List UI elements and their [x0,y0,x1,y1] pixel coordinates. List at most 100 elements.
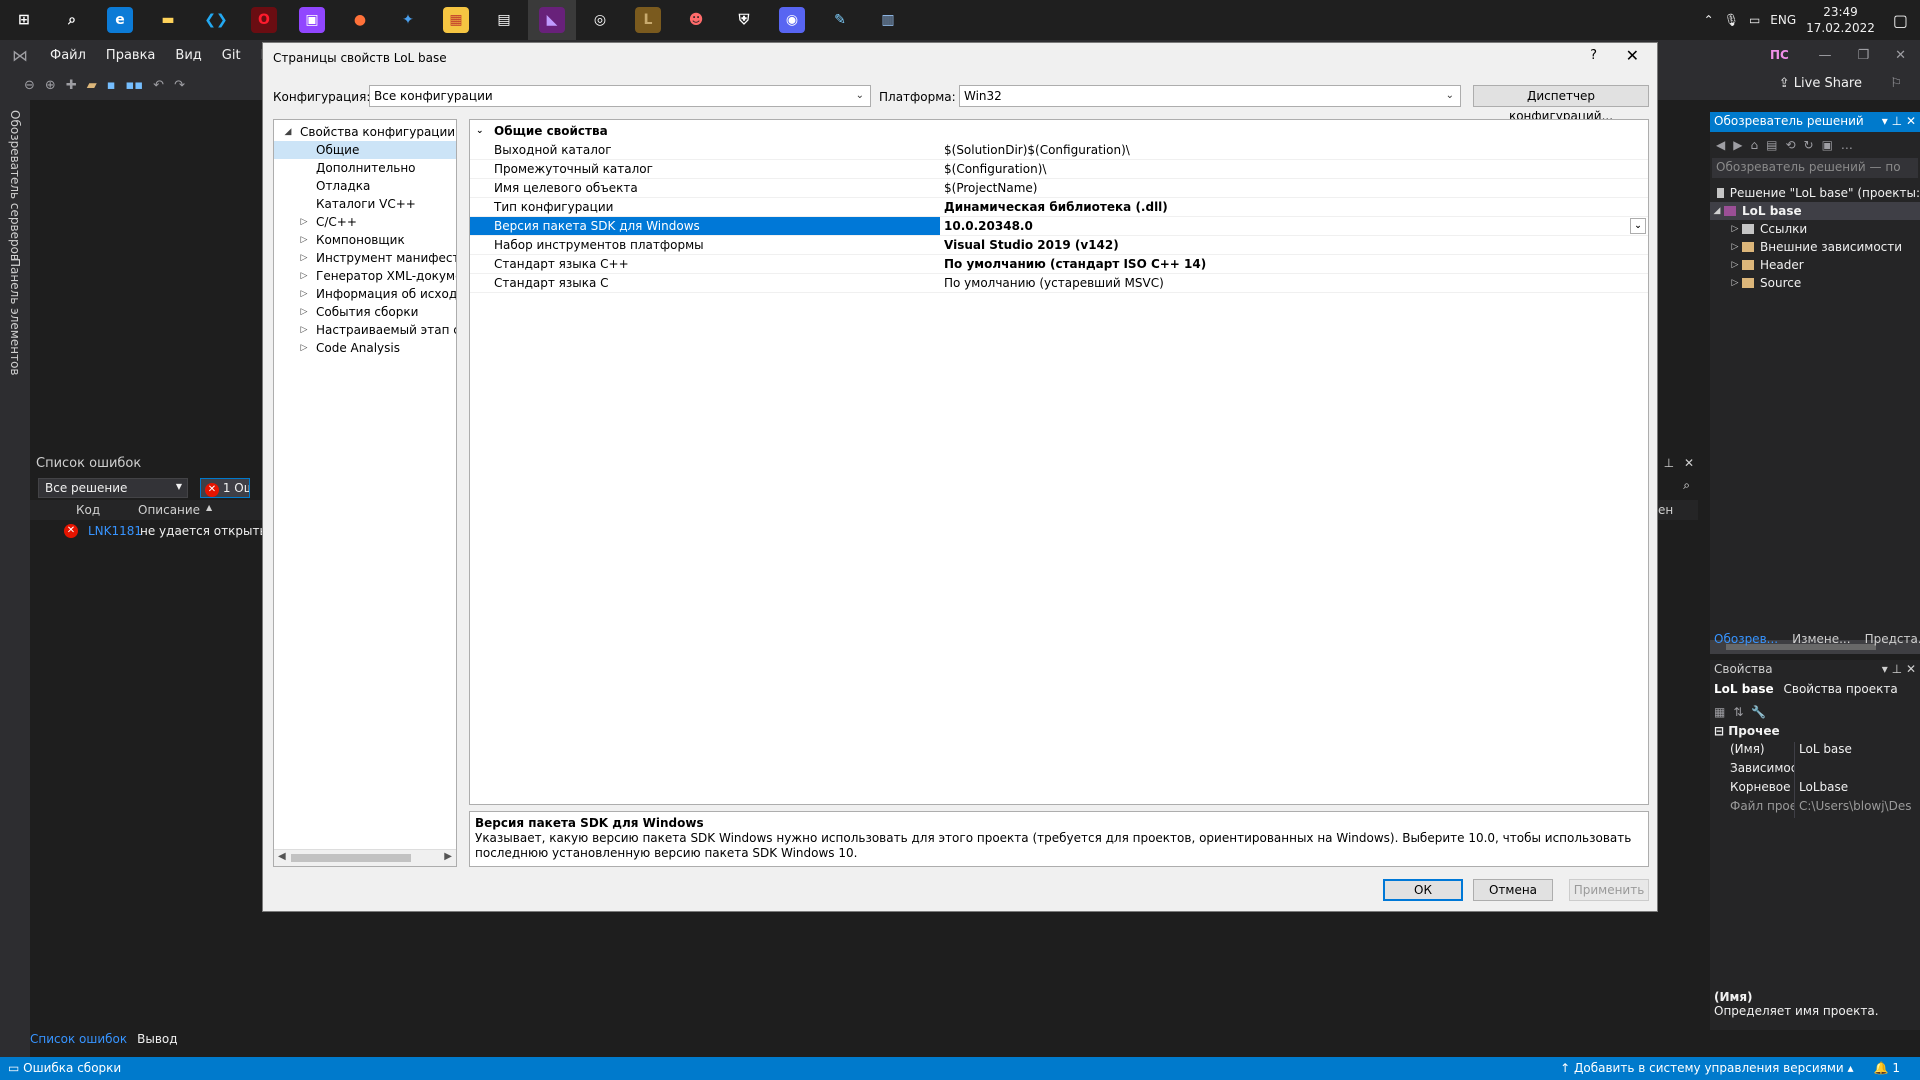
undo-icon[interactable]: ↶ [153,78,164,93]
taskbar-app[interactable]: ⌕ [48,0,96,40]
property-row[interactable]: Корневое проLoLbase [1710,780,1920,799]
help-button[interactable]: ? [1590,48,1597,63]
taskbar-app[interactable]: ◉ [768,0,816,40]
taskbar-app[interactable]: ▥ [864,0,912,40]
configuration-manager-button[interactable]: Диспетчер конфигураций... [1473,85,1649,123]
column-code[interactable]: Код [76,503,100,517]
ok-button[interactable]: ОК [1383,879,1463,901]
chevron-up-icon[interactable]: ⌃ [1704,13,1714,27]
error-code-link[interactable]: LNK1181 [88,524,142,538]
scrollbar-thumb[interactable] [291,854,411,862]
close-icon[interactable]: ✕ [1906,114,1916,128]
expanded-arrow-icon[interactable]: ◢ [282,123,294,141]
scroll-left-icon[interactable]: ◀ [278,851,286,862]
redo-icon[interactable]: ↷ [174,78,185,93]
grid-value-cell[interactable]: Visual Studio 2019 (v142) [940,236,1648,254]
pin-icon[interactable]: ⊥ [1664,456,1674,470]
switch-views-icon[interactable]: ▤ [1766,138,1777,152]
tree-item[interactable]: ▷ Информация об исходно [274,285,456,303]
taskbar-app[interactable]: ▦ [432,0,480,40]
taskbar-app[interactable]: ⊞ [0,0,48,40]
tree-item[interactable]: Отладка [274,177,456,195]
grid-row[interactable]: Выходной каталог $(SolutionDir)$(Configur… [470,141,1648,160]
taskbar-app[interactable]: ▣ [288,0,336,40]
close-icon[interactable]: ✕ [1906,662,1916,676]
grid-value-cell[interactable]: $(ProjectName) [940,179,1648,197]
tree-item[interactable]: ▷ Ссылки [1710,220,1920,238]
forward-icon[interactable]: ▶ [1733,138,1742,152]
solution-search-input[interactable]: Обозреватель решений — по [1712,158,1918,178]
property-category[interactable]: ⊟ Прочее [1710,724,1920,742]
refresh-icon[interactable]: ↻ [1804,138,1814,152]
expand-arrow-icon[interactable]: ▷ [298,303,310,321]
notifications-button[interactable]: 🔔 1 [1874,1061,1900,1075]
expand-arrow-icon[interactable]: ▷ [298,339,310,357]
tree-item[interactable]: ▷ События сборки [274,303,456,321]
scroll-right-icon[interactable]: ▶ [444,851,452,862]
tree-solution[interactable]: Решение "LoL base" (проекты: [1710,184,1920,202]
expand-arrow-icon[interactable]: ▷ [298,231,310,249]
grid-row[interactable]: Тип конфигурации Динамическая библиотека … [470,198,1648,217]
language-indicator[interactable]: ENG [1770,13,1796,27]
tree-item[interactable]: ▷ Настраиваемый этап сбо [274,321,456,339]
tree-item[interactable]: Каталоги VC++ [274,195,456,213]
open-folder-icon[interactable]: ▰ [87,78,97,93]
new-project-icon[interactable]: ✚ [66,78,77,93]
close-icon[interactable]: ✕ [1895,48,1906,63]
tree-item[interactable]: Дополнительно [274,159,456,177]
notifications-icon[interactable]: ▢ [1893,11,1908,30]
grid-value-cell[interactable]: Динамическая библиотека (.dll) [940,198,1648,216]
forward-icon[interactable]: ⊕ [45,78,56,93]
menu-item[interactable]: Файл [40,48,96,63]
taskbar-app[interactable]: ▤ [480,0,528,40]
feedback-icon[interactable]: ⚐ [1890,76,1902,91]
tree-item[interactable]: ▷ C/C++ [274,213,456,231]
taskbar-app[interactable]: ◎ [576,0,624,40]
property-pages-icon[interactable]: 🔧 [1751,705,1766,719]
tree-project[interactable]: ◢ LoL base [1710,202,1920,220]
grid-value-cell[interactable]: По умолчанию (устаревший MSVC) [940,274,1648,292]
back-icon[interactable]: ⊖ [24,78,35,93]
grid-value-cell[interactable]: По умолчанию (стандарт ISO C++ 14) [940,255,1648,273]
grid-category[interactable]: ⌄ Общие свойства [470,122,1648,141]
tab-class-view[interactable]: Предста... [1865,632,1920,654]
microphone-icon[interactable]: 🎙 [1724,13,1739,27]
expand-arrow-icon[interactable]: ▷ [1728,224,1742,234]
taskbar-app[interactable]: ✎ [816,0,864,40]
property-row[interactable]: Зависимости [1710,761,1920,780]
save-icon[interactable]: ▪ [107,78,116,93]
platform-dropdown[interactable]: Win32 ⌄ [959,85,1461,107]
grid-row[interactable]: Стандарт языка C++ По умолчанию (стандарт… [470,255,1648,274]
grid-row[interactable]: Имя целевого объекта $(ProjectName) [470,179,1648,198]
history-icon[interactable]: ⟲ [1785,138,1795,152]
property-value[interactable]: LoL base [1794,742,1920,761]
categorized-icon[interactable]: ▦ [1714,705,1725,719]
error-scope-dropdown[interactable]: Все решение ▼ [38,478,188,498]
tree-item[interactable]: ▷ Инструмент манифеста [274,249,456,267]
taskbar-app[interactable]: ☻ [672,0,720,40]
taskbar-app[interactable]: ● [336,0,384,40]
tab-git-changes[interactable]: Измене... [1792,632,1850,654]
configuration-dropdown[interactable]: Все конфигурации ⌄ [369,85,871,107]
grid-row[interactable]: Стандарт языка C По умолчанию (устаревший… [470,274,1648,293]
tab-output[interactable]: Вывод [137,1032,177,1046]
taskbar-app[interactable]: ⛨ [720,0,768,40]
taskbar-app[interactable]: L [624,0,672,40]
restore-icon[interactable]: ❐ [1857,48,1869,63]
expand-arrow-icon[interactable]: ▷ [1728,260,1742,270]
server-explorer-tab[interactable]: Обозреватель серверов [8,110,22,261]
pin-icon[interactable]: ⊥ [1892,114,1902,128]
expand-arrow-icon[interactable]: ▷ [298,321,310,339]
alphabetical-icon[interactable]: ⇅ [1733,705,1743,719]
errors-filter-button[interactable]: ✕ 1 Ошиб [200,478,250,498]
collapse-arrow-icon[interactable]: ⌄ [476,122,484,141]
close-icon[interactable]: ✕ [1684,456,1694,470]
save-all-icon[interactable]: ▪▪ [126,78,144,93]
tree-item[interactable]: ▷ Генератор XML-документ [274,267,456,285]
menu-item[interactable]: Git [212,48,251,63]
property-row[interactable]: (Имя) LoL base [1710,742,1920,761]
pin-icon[interactable]: ⊥ [1892,662,1902,676]
grid-value-cell[interactable]: $(SolutionDir)$(Configuration)\ [940,141,1648,159]
tab-solution-explorer[interactable]: Обозрев... [1714,632,1778,654]
grid-row[interactable]: Версия пакета SDK для Windows 10.0.20348.… [470,217,1648,236]
